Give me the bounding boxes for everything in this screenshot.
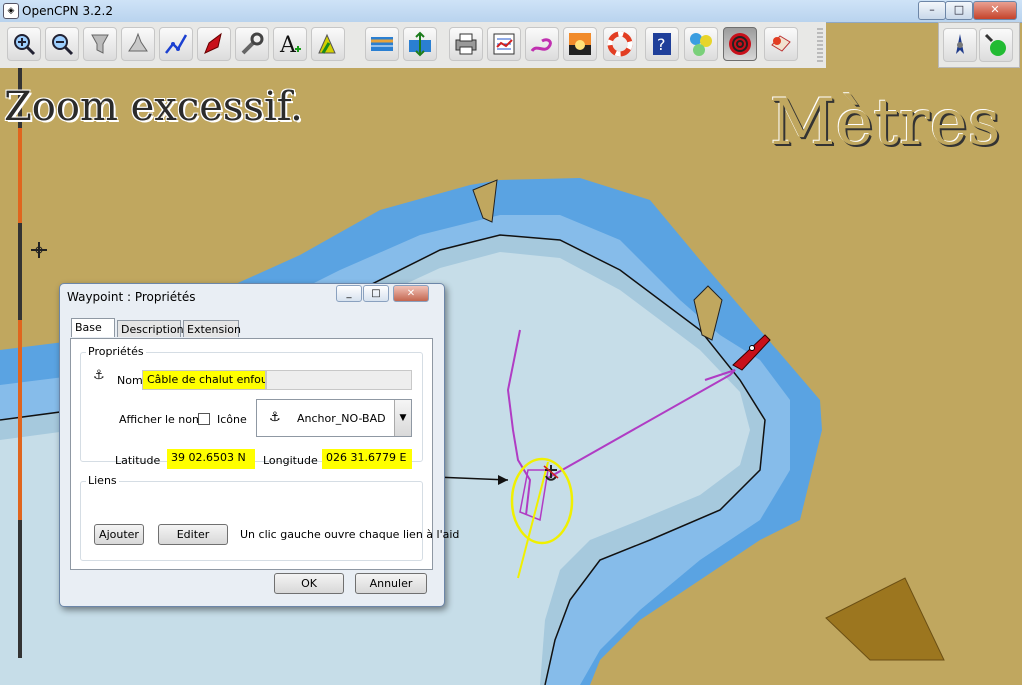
icon-select-value: Anchor_NO-BAD — [297, 412, 386, 425]
follow-ship-icon[interactable] — [197, 27, 231, 61]
route-manager-icon[interactable] — [487, 27, 521, 61]
dialog-title: Waypoint : Propriétés — [67, 290, 196, 304]
route-icon[interactable] — [159, 27, 193, 61]
toolbar-grip[interactable] — [817, 28, 823, 62]
help-icon[interactable]: ? — [645, 27, 679, 61]
icon-select[interactable]: ⚓ Anchor_NO-BAD ▼ — [256, 399, 412, 437]
svg-text:A: A — [279, 33, 297, 57]
scale-segment — [18, 128, 22, 223]
ok-button[interactable]: OK — [274, 573, 344, 594]
edit-link-button[interactable]: Editer — [158, 524, 228, 545]
close-button[interactable]: ✕ — [973, 1, 1017, 20]
chevron-down-icon[interactable]: ▼ — [394, 400, 411, 436]
latitude-field[interactable]: 39 02.6503 N — [167, 449, 255, 469]
anchor-nobad-icon: ⚓ — [269, 410, 281, 425]
tab-panel-base: Propriétés ⚓ Nom Câble de chalut enfoui … — [70, 338, 459, 570]
links-group-label: Liens — [86, 474, 119, 487]
scale-bar — [18, 68, 22, 658]
tide-current-icon[interactable] — [403, 27, 437, 61]
latitude-label: Latitude — [115, 454, 161, 467]
dialog-minimize-button[interactable]: _ — [336, 285, 362, 302]
waypoint-properties-dialog: Waypoint : Propriétés _ □ ✕ Base Descrip… — [59, 283, 459, 607]
scale-down-icon[interactable] — [83, 27, 117, 61]
name-label: Nom — [117, 374, 143, 387]
color-scheme-icon[interactable] — [563, 27, 597, 61]
north-up-icon[interactable] — [943, 28, 977, 62]
show-name-checkbox[interactable] — [198, 413, 210, 425]
tab-description[interactable]: Description — [117, 320, 184, 337]
zoom-warning: Zoom excessif. — [4, 84, 303, 130]
mob-icon[interactable] — [603, 27, 637, 61]
settings-icon[interactable] — [235, 27, 269, 61]
tab-base[interactable]: Base — [71, 318, 115, 337]
opencpn-app-icon: ◈ — [3, 3, 19, 19]
scale-segment — [18, 320, 22, 520]
print-icon[interactable] — [449, 27, 483, 61]
scale-up-icon[interactable] — [121, 27, 155, 61]
ais-icon[interactable] — [684, 27, 718, 61]
name-field-extent[interactable] — [266, 370, 412, 390]
main-toolbar: A ? — [0, 22, 826, 69]
icon-label: Icône — [217, 413, 247, 426]
anchor-alarm-icon[interactable] — [723, 27, 757, 61]
anchor-waypoint-icon: ⚓ — [93, 368, 105, 383]
track-icon[interactable] — [525, 27, 559, 61]
maximize-button[interactable]: □ — [945, 1, 973, 20]
links-hint: Un clic gauche ouvre chaque lien à l'aid — [240, 528, 460, 541]
svg-text:?: ? — [657, 35, 666, 54]
zoom-out-icon[interactable] — [45, 27, 79, 61]
minimize-button[interactable]: – — [918, 1, 946, 20]
longitude-label: Longitude — [263, 454, 318, 467]
name-field[interactable]: Câble de chalut enfoui — [142, 370, 266, 390]
dialog-maximize-button[interactable]: □ — [363, 285, 389, 302]
tab-extension[interactable]: Extension — [183, 320, 241, 337]
gps-status-icon[interactable] — [979, 28, 1013, 62]
text-toggle-icon[interactable]: A — [273, 27, 307, 61]
show-name-label: Afficher le nom — [119, 413, 203, 426]
dialog-close-button[interactable]: ✕ — [393, 285, 429, 302]
tide-icon[interactable] — [365, 27, 399, 61]
status-toolbar — [938, 22, 1020, 68]
cancel-button[interactable]: Annuler — [355, 573, 427, 594]
depth-units-label: Mètres — [770, 86, 1001, 160]
zoom-in-icon[interactable] — [7, 27, 41, 61]
properties-group-label: Propriétés — [86, 345, 146, 358]
links-group: Liens Ajouter Editer Un clic gauche ouvr… — [80, 474, 459, 561]
longitude-field[interactable]: 026 31.6779 E — [322, 449, 412, 469]
current-icon[interactable] — [311, 27, 345, 61]
title-bar: ◈ OpenCPN 3.2.2 – □ ✕ — [0, 0, 1022, 23]
window-title: OpenCPN 3.2.2 — [22, 4, 113, 18]
add-link-button[interactable]: Ajouter — [94, 524, 144, 545]
properties-group: Propriétés ⚓ Nom Câble de chalut enfoui … — [80, 345, 423, 469]
plugin-icon[interactable] — [764, 27, 798, 61]
